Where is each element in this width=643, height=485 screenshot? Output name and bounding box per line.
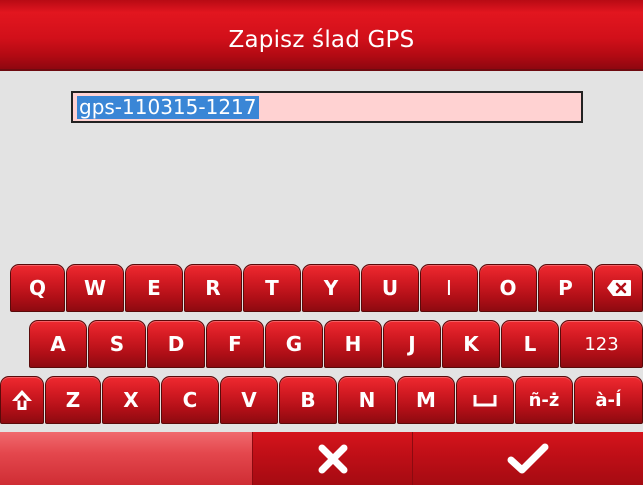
bottom-bar [0, 432, 643, 485]
input-area: gps-110315-1217 [0, 71, 643, 261]
key-r[interactable]: R [184, 264, 242, 312]
key-g[interactable]: G [265, 320, 323, 368]
key-q[interactable]: Q [10, 264, 65, 312]
key-w[interactable]: W [66, 264, 124, 312]
key-a[interactable]: A [29, 320, 87, 368]
key-u[interactable]: U [361, 264, 419, 312]
key-h[interactable]: H [324, 320, 382, 368]
key-t[interactable]: T [243, 264, 301, 312]
key-i[interactable]: I [420, 264, 478, 312]
shift-key[interactable] [0, 376, 44, 424]
key-c[interactable]: C [161, 376, 219, 424]
key-e[interactable]: E [125, 264, 183, 312]
key-d[interactable]: D [147, 320, 205, 368]
accented-n-z-key[interactable]: ñ-ż [515, 376, 573, 424]
checkmark-icon [507, 442, 549, 476]
space-icon [473, 393, 497, 407]
key-k[interactable]: K [442, 320, 500, 368]
key-s[interactable]: S [88, 320, 146, 368]
key-m[interactable]: M [397, 376, 455, 424]
numbers-key[interactable]: 123 [560, 320, 643, 368]
key-x[interactable]: X [102, 376, 160, 424]
title-bar: Zapisz ślad GPS [0, 0, 643, 71]
accented-a-i-key[interactable]: à-Í [574, 376, 643, 424]
confirm-button[interactable] [413, 432, 643, 485]
key-j[interactable]: J [383, 320, 441, 368]
key-l[interactable]: L [501, 320, 559, 368]
key-z[interactable]: Z [45, 376, 101, 424]
cancel-button[interactable] [253, 432, 413, 485]
backspace-icon [606, 279, 632, 297]
page-title: Zapisz ślad GPS [228, 27, 415, 53]
shift-icon [10, 388, 34, 412]
on-screen-keyboard: Q W E R T Y U I O P A S D F G H J K L 12… [0, 261, 643, 432]
backspace-key[interactable] [594, 264, 643, 312]
key-v[interactable]: V [220, 376, 278, 424]
close-icon [316, 442, 350, 476]
key-n[interactable]: N [338, 376, 396, 424]
key-b[interactable]: B [279, 376, 337, 424]
key-p[interactable]: P [538, 264, 593, 312]
key-y[interactable]: Y [302, 264, 360, 312]
space-key[interactable] [456, 376, 514, 424]
key-o[interactable]: O [479, 264, 537, 312]
empty-slot [0, 432, 253, 485]
selected-text[interactable]: gps-110315-1217 [77, 96, 259, 119]
key-f[interactable]: F [206, 320, 264, 368]
track-name-input[interactable]: gps-110315-1217 [71, 91, 583, 123]
